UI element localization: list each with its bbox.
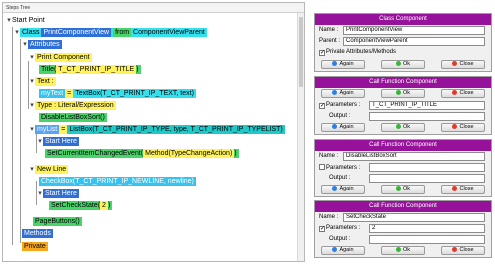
refresh-icon bbox=[332, 90, 338, 95]
tree-node-disable-sort[interactable]: DisableListBoxSort() bbox=[39, 113, 107, 123]
close-button[interactable]: Close bbox=[441, 60, 485, 69]
tree-scrollbar[interactable] bbox=[297, 13, 304, 261]
tree-connector bbox=[12, 27, 13, 245]
output-label: Output : bbox=[329, 113, 351, 119]
close-button[interactable]: Close bbox=[441, 89, 485, 98]
call-function-panel-3: Call Function Component Name : SetCheckS… bbox=[314, 200, 492, 258]
tree-node-private[interactable]: Private bbox=[22, 242, 48, 252]
tree-node-methods[interactable]: Methods bbox=[22, 229, 53, 239]
tree-node-set-check[interactable]: SetCheckState(2) bbox=[49, 201, 113, 211]
again-button[interactable]: Again bbox=[321, 123, 365, 132]
again-button[interactable]: Again bbox=[321, 246, 365, 255]
output-label: Output : bbox=[329, 175, 351, 181]
tree-node-set-current[interactable]: SetCurrentItemChangedEvent(Method(TypeCh… bbox=[45, 149, 239, 159]
name-label: Name : bbox=[319, 27, 339, 33]
close-button[interactable]: Close bbox=[441, 246, 485, 255]
close-icon bbox=[452, 124, 458, 129]
tree-node-attributes[interactable]: ▾ Attributes bbox=[22, 40, 62, 50]
again-button[interactable]: Again bbox=[321, 60, 365, 69]
output-field[interactable] bbox=[369, 112, 485, 121]
function-name-field[interactable]: DisableListBoxSort bbox=[343, 152, 485, 161]
close-icon bbox=[452, 186, 458, 191]
output-label: Output : bbox=[329, 236, 351, 242]
parameters-field[interactable] bbox=[369, 163, 485, 172]
class-component-panel: Class Component Name : PrintComponentVie… bbox=[314, 13, 492, 72]
refresh-icon bbox=[332, 61, 338, 66]
panel-title: Call Function Component bbox=[315, 77, 491, 88]
check-icon: ✓ bbox=[319, 50, 326, 56]
tree-node-title[interactable]: Title(T_CT_PRINT_IP_TITLE) bbox=[39, 65, 141, 75]
tree-node-mytext[interactable]: myText = TextBox(T_CT_PRINT_IP_TEXT, tex… bbox=[39, 89, 196, 99]
tree-node-type[interactable]: ▾ Type : Literal/Expression bbox=[29, 101, 116, 111]
ok-icon bbox=[395, 90, 401, 95]
close-button[interactable]: Close bbox=[441, 185, 485, 194]
ok-button[interactable]: Ok bbox=[381, 60, 425, 69]
check-icon: ✓ bbox=[319, 103, 326, 109]
again-button[interactable]: Again bbox=[321, 185, 365, 194]
check-icon: ✓ bbox=[319, 226, 326, 232]
parameters-checkbox[interactable]: Parameters : bbox=[319, 164, 360, 171]
tree-node-page-buttons[interactable]: PageButtons() bbox=[33, 217, 82, 227]
tree-node-start-point[interactable]: ▾Start Point bbox=[6, 16, 44, 26]
refresh-icon bbox=[332, 124, 338, 129]
close-icon bbox=[452, 61, 458, 66]
refresh-icon bbox=[332, 247, 338, 252]
parameters-field[interactable]: T_CT_PRINT_IP_TITLE bbox=[369, 101, 485, 110]
output-field[interactable] bbox=[369, 235, 485, 244]
call-function-panel-2: Call Function Component Name : DisableLi… bbox=[314, 139, 492, 197]
ok-button[interactable]: Ok bbox=[381, 89, 425, 98]
ok-button[interactable]: Ok bbox=[381, 185, 425, 194]
tree-scrollbar-thumb[interactable] bbox=[299, 17, 303, 87]
ok-icon bbox=[395, 186, 401, 191]
ok-icon bbox=[395, 61, 401, 66]
name-label: Name : bbox=[319, 153, 339, 159]
ok-icon bbox=[395, 124, 401, 129]
class-parent-field[interactable]: ComponentViewParent bbox=[343, 37, 485, 46]
panel-title: Class Component bbox=[315, 14, 491, 25]
name-label: Name : bbox=[319, 214, 339, 220]
tree-node-mylist[interactable]: ▾ myList = ListBox(T_CT_PRINT_IP_TYPE, ty… bbox=[29, 125, 285, 135]
tree-node-print-component[interactable]: ▾ Print Component bbox=[29, 53, 92, 63]
tree-node-start-here-1[interactable]: ▾ Start Here bbox=[37, 137, 79, 147]
steps-tree-panel: Steps Tree ▾Start Point ▾ Class PrintComp… bbox=[2, 2, 305, 262]
tree-connector bbox=[20, 39, 21, 243]
tree-node-new-line[interactable]: ▾ New Line bbox=[29, 165, 69, 175]
ok-button[interactable]: Ok bbox=[381, 246, 425, 255]
ok-button[interactable]: Ok bbox=[381, 123, 425, 132]
tree-node-checkbox[interactable]: CheckBox(T_CT_PRINT_IP_NEWLINE, newline) bbox=[39, 177, 196, 187]
panel-title: Call Function Component bbox=[315, 201, 491, 212]
parameters-field[interactable]: 2 bbox=[369, 224, 485, 233]
close-icon bbox=[452, 247, 458, 252]
parent-label: Parent : bbox=[319, 38, 341, 44]
tree-node-text[interactable]: ▾ Text : bbox=[29, 77, 56, 87]
tree-node-start-here-2[interactable]: ▾ Start Here bbox=[37, 189, 79, 199]
parameters-checkbox[interactable]: ✓Parameters : bbox=[319, 102, 360, 109]
close-icon bbox=[452, 90, 458, 95]
checkbox-icon bbox=[319, 164, 325, 170]
private-checkbox[interactable]: ✓Private Attributes/Methods bbox=[319, 49, 396, 56]
class-name-field[interactable]: PrintComponentView bbox=[343, 26, 485, 35]
parameters-checkbox[interactable]: ✓Parameters : bbox=[319, 225, 360, 232]
refresh-icon bbox=[332, 186, 338, 191]
function-name-field[interactable]: SetCheckState bbox=[343, 213, 485, 222]
close-button[interactable]: Close bbox=[441, 123, 485, 132]
again-button[interactable]: Again bbox=[321, 89, 365, 98]
tree-node-class[interactable]: ▾ Class PrintComponentView from Component… bbox=[14, 28, 207, 38]
steps-tree-caption: Steps Tree bbox=[3, 3, 304, 13]
panel-title: Call Function Component bbox=[315, 140, 491, 151]
ok-icon bbox=[395, 247, 401, 252]
call-function-panel-1: Call Function Component Again Ok Close ✓… bbox=[314, 76, 492, 135]
output-field[interactable] bbox=[369, 174, 485, 183]
